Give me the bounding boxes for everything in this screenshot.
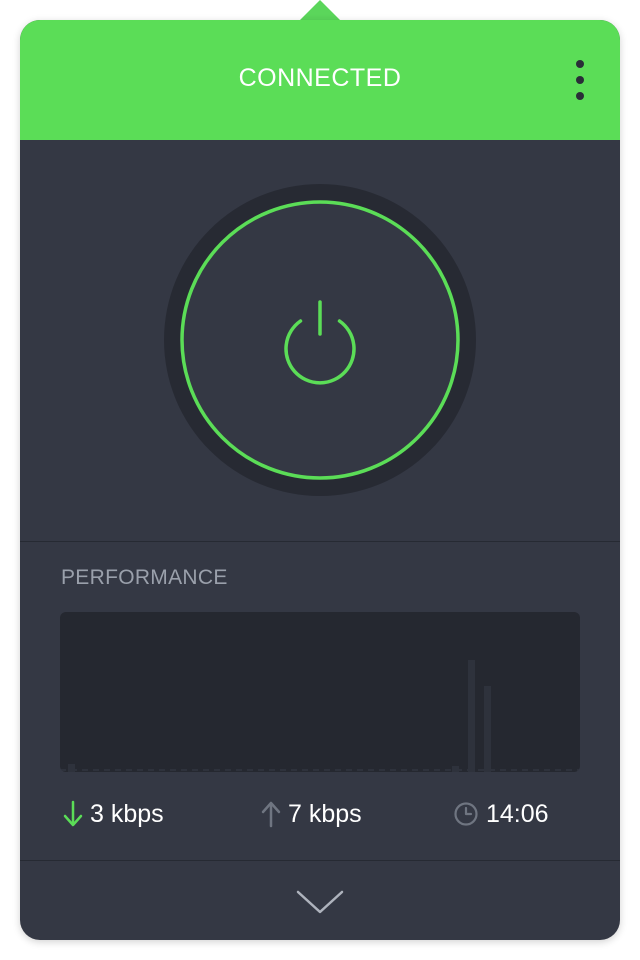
download-speed: 3 kbps — [62, 796, 164, 832]
arrow-down-icon — [63, 800, 83, 827]
more-vertical-icon[interactable] — [568, 58, 592, 102]
session-time: 14:06 — [452, 796, 549, 832]
graph-bar — [484, 686, 491, 772]
expand-button[interactable] — [294, 882, 346, 922]
connection-status-title: CONNECTED — [238, 64, 402, 92]
download-speed-value: 3 kbps — [90, 799, 164, 828]
upload-speed-value: 7 kbps — [288, 799, 362, 828]
performance-label: PERFORMANCE — [61, 566, 228, 589]
graph-bar — [468, 660, 475, 772]
connect-dial — [164, 184, 476, 496]
popup-pointer — [299, 0, 341, 21]
status-header: CONNECTED — [20, 20, 620, 140]
power-button[interactable] — [164, 184, 476, 496]
session-time-value: 14:06 — [486, 799, 549, 828]
divider — [20, 541, 620, 542]
clock-icon — [454, 802, 478, 826]
performance-graph — [60, 612, 580, 772]
upload-speed: 7 kbps — [260, 796, 362, 832]
vpn-window: CONNECTED PERFORMANCE 3 kbps 7 kbps 14:0… — [20, 20, 620, 940]
chevron-down-icon — [296, 890, 344, 914]
arrow-up-icon — [261, 801, 281, 828]
performance-graph-bars — [60, 660, 580, 772]
divider — [20, 860, 620, 861]
